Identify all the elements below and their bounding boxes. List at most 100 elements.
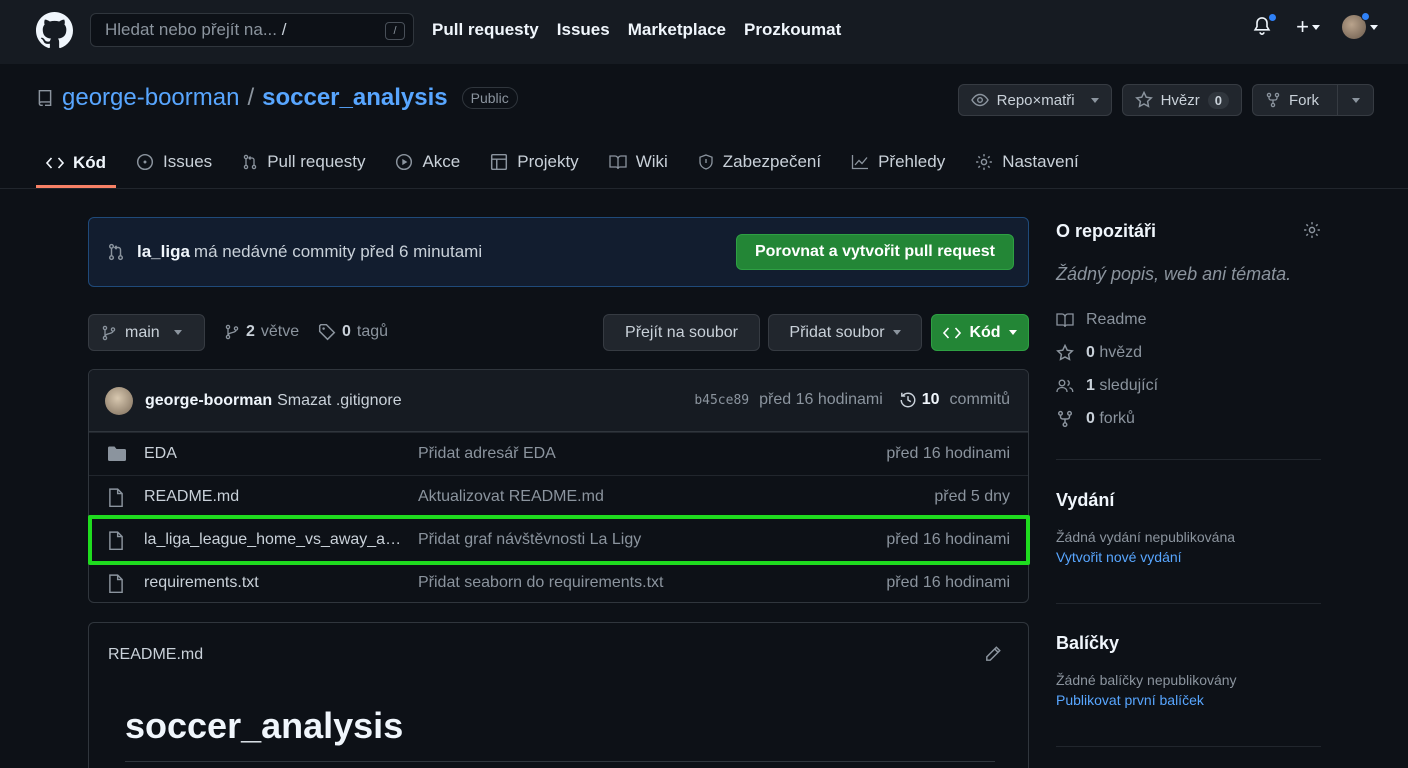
go-to-file-button[interactable]: Přejít na soubor [603, 314, 760, 351]
fork-button-group: Fork [1252, 84, 1374, 116]
github-logo-icon[interactable] [36, 12, 73, 49]
branch-icon [102, 325, 116, 340]
file-commit-message[interactable]: Přidat adresář EDA [418, 445, 556, 463]
watch-button[interactable]: Repo×matři [957, 84, 1112, 116]
repo-name-link[interactable]: soccer_analysis [262, 84, 447, 112]
gear-icon[interactable] [1303, 221, 1321, 239]
commit-message[interactable]: Smazat .gitignore [277, 392, 402, 410]
search-input[interactable]: Hledat nebo přejít na... / / [90, 13, 414, 47]
global-nav: Pull requesty Issues Marketplace Prozkou… [432, 20, 841, 40]
tab-label: Akce [422, 152, 461, 171]
repo-actions: Repo×matři Hvězr 0 Fork [957, 84, 1374, 116]
watchers-link[interactable]: 1 sledující [1056, 369, 1158, 402]
file-list: george-boorman Smazat .gitignore b45ce89… [88, 369, 1029, 603]
file-commit-message[interactable]: Aktualizovat README.md [418, 488, 604, 506]
publish-package-link[interactable]: Publikovat první balíček [1056, 692, 1321, 708]
tab-wiki[interactable]: Wiki [599, 140, 678, 184]
recent-push-banner: la_liga má nedávné commity před 6 minuta… [88, 217, 1029, 287]
file-commit-message[interactable]: Přidat graf návštěvnosti La Ligy [418, 531, 641, 549]
tab-label: Kód [73, 152, 107, 172]
user-menu-button[interactable] [1342, 12, 1378, 39]
chevron-down-icon [892, 330, 901, 335]
people-icon [1056, 379, 1074, 392]
code-dropdown-button[interactable]: Kód [931, 314, 1029, 351]
create-new-button[interactable]: + [1296, 14, 1320, 40]
commit-author[interactable]: george-boorman [145, 392, 272, 410]
file-name[interactable]: requirements.txt [144, 574, 402, 592]
table-row[interactable]: requirements.txt Přidat seaborn do requi… [89, 561, 1028, 602]
fork-button[interactable]: Fork [1252, 84, 1338, 116]
tags-count: 0 [342, 323, 351, 340]
gear-icon [976, 154, 993, 170]
branches-link[interactable]: 2 větve [224, 323, 299, 341]
nav-marketplace[interactable]: Marketplace [628, 20, 726, 40]
history-icon [900, 392, 916, 408]
tab-label: Issues [163, 152, 213, 171]
chevron-down-icon [173, 330, 182, 335]
star-button[interactable]: Hvězr 0 [1121, 84, 1242, 116]
tab-actions[interactable]: Akce [385, 140, 470, 184]
branch-selector[interactable]: main [88, 314, 205, 351]
latest-commit: george-boorman Smazat .gitignore b45ce89… [89, 370, 1028, 432]
chevron-down-icon [1351, 97, 1360, 103]
packages-text: Žádné balíčky nepublikovány [1056, 672, 1237, 688]
repo-title: george-boorman / soccer_analysis Public [36, 84, 518, 112]
tab-issues[interactable]: Issues [126, 140, 222, 184]
branch-icon [225, 324, 239, 340]
commits-history-link[interactable]: 10 commitů [899, 391, 1010, 409]
file-name[interactable]: README.md [144, 488, 402, 506]
tags-label: tagů [356, 323, 389, 340]
pencil-icon[interactable] [984, 645, 1002, 663]
create-release-link[interactable]: Vytvořit nové vydání [1056, 549, 1321, 565]
star-label: Hvězr [1160, 91, 1200, 109]
nav-pull-requests[interactable]: Pull requesty [432, 20, 539, 40]
tab-insights[interactable]: Přehledy [841, 140, 955, 184]
tab-label: Projekty [517, 152, 579, 171]
tab-code[interactable]: Kód [36, 140, 117, 188]
packages-title[interactable]: Balíčky [1056, 633, 1321, 654]
file-icon [109, 574, 123, 594]
file-time: před 16 hodinami [886, 531, 1010, 548]
releases-title[interactable]: Vydání [1056, 490, 1321, 511]
table-row[interactable]: README.md Aktualizovat README.md před 5 … [89, 475, 1028, 518]
fork-options-button[interactable] [1338, 84, 1374, 116]
tab-pull-requests[interactable]: Pull requesty [232, 140, 375, 184]
file-name[interactable]: la_liga_league_home_vs_away_att... [144, 531, 402, 549]
compare-pull-request-button[interactable]: Porovnat a vytvořit pull request [735, 234, 1014, 270]
nav-explore[interactable]: Prozkoumat [744, 20, 841, 40]
book-icon [1056, 312, 1074, 327]
commit-sha[interactable]: b45ce89 [694, 393, 749, 408]
tags-link[interactable]: 0 tagů [318, 323, 388, 341]
readme-link[interactable]: Readme [1056, 303, 1158, 336]
tab-projects[interactable]: Projekty [480, 140, 588, 184]
tab-settings[interactable]: Nastavení [965, 140, 1089, 184]
readme-label[interactable]: README.md [108, 646, 203, 664]
watching-count: 1 [1086, 376, 1095, 394]
avatar[interactable] [105, 386, 133, 415]
releases-text: Žádná vydání nepublikována [1056, 529, 1236, 545]
watching-label: sledující [1099, 376, 1159, 394]
forks-link[interactable]: 0 forků [1056, 402, 1158, 435]
code-label: Kód [969, 323, 1001, 341]
add-file-label: Přidat soubor [789, 323, 885, 341]
notifications-button[interactable] [1252, 13, 1278, 39]
file-commit-message[interactable]: Přidat seaborn do requirements.txt [418, 574, 663, 592]
stars-count: 0 [1086, 343, 1095, 361]
tab-label: Nastavení [1002, 152, 1079, 171]
star-count: 0 [1207, 91, 1229, 109]
forks-label: forků [1099, 409, 1135, 427]
nav-issues[interactable]: Issues [557, 20, 610, 40]
banner-branch-name[interactable]: la_liga [137, 242, 190, 262]
star-icon [1056, 343, 1074, 361]
about-title: O repozitáři [1056, 221, 1157, 241]
add-file-button[interactable]: Přidat soubor [768, 314, 922, 351]
stars-link[interactable]: 0 hvězd [1056, 336, 1158, 369]
issue-icon [137, 153, 154, 171]
tab-security[interactable]: Zabezpečení [688, 140, 831, 184]
chevron-down-icon [1090, 97, 1099, 103]
table-row[interactable]: EDA Přidat adresář EDA před 16 hodinami [89, 432, 1028, 475]
table-row[interactable]: la_liga_league_home_vs_away_att... Přida… [89, 518, 1028, 561]
repo-owner-link[interactable]: george-boorman [62, 84, 239, 112]
banner-text: má nedávné commity před 6 minutami [193, 242, 483, 261]
file-name[interactable]: EDA [144, 445, 402, 463]
